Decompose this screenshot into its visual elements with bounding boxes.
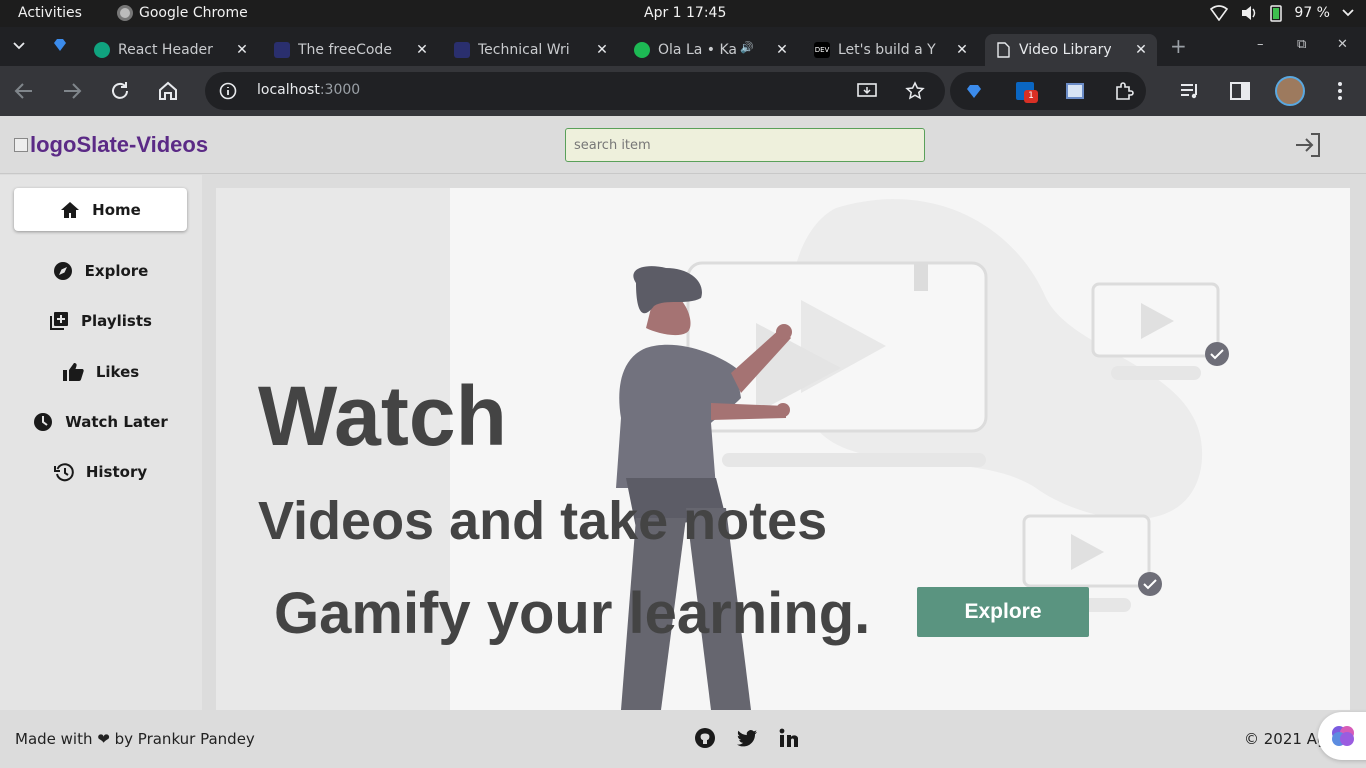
openai-icon	[94, 42, 110, 58]
hero-section: Watch Videos and take notes Gamify your …	[216, 188, 1350, 710]
activities-button[interactable]: Activities	[18, 5, 82, 21]
login-icon[interactable]	[1294, 132, 1322, 158]
volume-icon	[1242, 6, 1256, 20]
wifi-icon	[1210, 5, 1229, 21]
forward-icon[interactable]	[60, 79, 84, 103]
sidebar-item-explore[interactable]: Explore	[14, 249, 187, 292]
diamond-extension-icon[interactable]	[966, 83, 982, 99]
close-icon[interactable]: ✕	[772, 40, 792, 60]
close-icon[interactable]: ✕	[952, 40, 972, 60]
profile-avatar[interactable]	[1275, 76, 1305, 106]
minimize-button[interactable]: –	[1257, 37, 1264, 52]
thumbs-up-icon	[62, 362, 84, 381]
broken-image-icon	[14, 138, 28, 152]
hashnode-icon	[274, 42, 290, 58]
search-input[interactable]	[565, 128, 925, 162]
logo-alt-text: logo	[30, 132, 77, 157]
brand-name: Slate-Videos	[76, 132, 209, 157]
sidebar-item-home[interactable]: Home	[14, 188, 187, 231]
brain-icon	[1332, 726, 1354, 746]
chevron-down-icon	[1342, 9, 1354, 17]
floating-assistant-button[interactable]	[1318, 712, 1366, 760]
hero-title: Watch	[258, 369, 507, 463]
made-with-text: Made with ❤ by Prankur Pandey	[15, 730, 255, 748]
page-icon	[997, 42, 1010, 58]
twitter-icon[interactable]	[736, 727, 758, 749]
tab-freecodecamp[interactable]: The freeCode ✕	[268, 34, 438, 66]
linkedin-icon[interactable]	[778, 727, 800, 749]
badge-count: 1	[1024, 90, 1038, 103]
reload-icon[interactable]	[108, 79, 132, 103]
sidebar-item-label: Playlists	[81, 311, 152, 330]
system-top-bar: Activities Google Chrome Apr 1 17:45 97 …	[0, 0, 1366, 27]
window-close-button[interactable]: ✕	[1337, 37, 1348, 52]
sidebar-item-label: Watch Later	[65, 412, 168, 431]
home-icon	[61, 201, 80, 218]
clock-icon	[34, 412, 53, 431]
new-tab-button[interactable]: +	[1170, 34, 1187, 58]
site-info-icon[interactable]	[219, 82, 237, 100]
footer: Made with ❤ by Prankur Pandey © 2021 Ag	[0, 710, 1366, 768]
sidebar: Home Explore Playlists Likes Watch Later…	[0, 175, 202, 710]
playlist-add-icon	[50, 311, 69, 330]
sidebar-item-label: History	[85, 462, 148, 481]
social-links	[694, 727, 800, 749]
close-icon[interactable]: ✕	[412, 40, 432, 60]
pinned-tab-diamond-icon[interactable]	[53, 38, 67, 52]
sidebar-item-label: Explore	[84, 261, 149, 280]
app-header: logo Slate-Videos	[0, 116, 1366, 174]
clock[interactable]: Apr 1 17:45	[644, 5, 726, 21]
home-icon[interactable]	[156, 79, 180, 103]
tab-search-icon[interactable]	[12, 40, 26, 52]
reading-list-icon[interactable]	[1178, 79, 1202, 103]
sidebar-item-likes[interactable]: Likes	[14, 350, 187, 393]
spotify-icon	[634, 42, 650, 58]
sidebar-item-label: Home	[92, 200, 141, 219]
battery-percent: 97 %	[1294, 5, 1330, 21]
extensions-group: 1	[950, 72, 1146, 110]
tab-strip: React Header ✕ The freeCode ✕ Technical …	[0, 27, 1366, 66]
extensions-puzzle-icon[interactable]	[1114, 81, 1134, 101]
github-icon[interactable]	[694, 727, 716, 749]
chrome-icon	[117, 5, 133, 21]
audio-playing-icon: 🔊	[740, 41, 754, 54]
brand[interactable]: logo Slate-Videos	[14, 132, 208, 158]
dev-icon: DEV	[814, 42, 830, 58]
sidebar-item-playlists[interactable]: Playlists	[14, 299, 187, 342]
app-menu[interactable]: Google Chrome	[117, 5, 248, 21]
tab-technical-writing[interactable]: Technical Wri ✕	[448, 34, 618, 66]
tab-video-library[interactable]: Video Library ✕	[985, 34, 1157, 66]
explore-button[interactable]: Explore	[917, 587, 1089, 637]
screenshot-extension-icon[interactable]	[1066, 83, 1084, 99]
system-tray[interactable]: 97 %	[1210, 4, 1354, 22]
sidebar-item-label: Likes	[95, 362, 140, 381]
close-icon[interactable]: ✕	[1131, 40, 1151, 60]
sidebar-item-watch-later[interactable]: Watch Later	[14, 400, 187, 443]
tab-react-header[interactable]: React Header ✕	[88, 34, 258, 66]
heart-icon: ❤	[97, 730, 110, 748]
history-icon	[53, 462, 74, 481]
app-name: Google Chrome	[139, 5, 248, 21]
install-app-icon[interactable]	[857, 82, 877, 100]
browser-toolbar: localhost:3000 1	[0, 66, 1366, 116]
tab-spotify[interactable]: Ola La • Ka 🔊 ✕	[628, 34, 798, 66]
restore-button[interactable]: ⧉	[1297, 37, 1306, 52]
address-bar[interactable]: localhost:3000	[205, 72, 945, 110]
bookmark-star-icon[interactable]	[905, 81, 925, 101]
more-menu-icon[interactable]	[1328, 79, 1352, 103]
hero-subtitle: Videos and take notes	[258, 491, 828, 551]
hashnode-icon	[454, 42, 470, 58]
side-panel-icon[interactable]	[1228, 79, 1252, 103]
url-text: localhost:3000	[257, 82, 361, 98]
close-icon[interactable]: ✕	[592, 40, 612, 60]
compass-icon	[53, 261, 72, 280]
battery-icon	[1270, 5, 1283, 22]
hero-tagline: Gamify your learning.	[274, 581, 871, 646]
linkedin-extension-icon[interactable]: 1	[1016, 82, 1038, 103]
tab-dev-article[interactable]: DEV Let's build a Y ✕	[808, 34, 978, 66]
sidebar-item-history[interactable]: History	[14, 450, 187, 493]
close-icon[interactable]: ✕	[232, 40, 252, 60]
back-icon[interactable]	[12, 79, 36, 103]
copyright-text: © 2021 Ag	[1244, 730, 1327, 748]
